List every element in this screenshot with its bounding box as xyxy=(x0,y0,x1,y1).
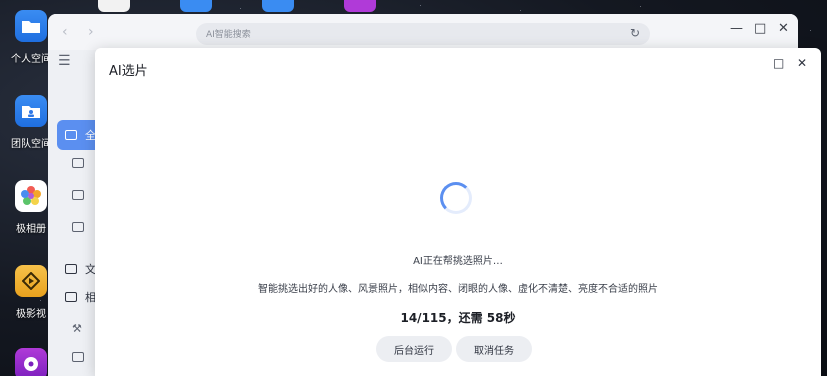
menu-toggle-icon[interactable]: ☰ xyxy=(58,53,71,69)
desktop-icon-label: 极影视 xyxy=(16,309,46,320)
music-icon xyxy=(15,348,47,376)
tools-icon: ⚒ xyxy=(72,322,82,335)
minimize-icon[interactable]: — xyxy=(730,21,743,36)
monitor-icon xyxy=(72,158,84,168)
dialog-title: AI选片 xyxy=(109,64,148,79)
calendar-icon xyxy=(72,190,84,200)
maximize-icon[interactable]: □ xyxy=(754,21,766,36)
video-folder-icon xyxy=(72,352,84,362)
briefcase-icon xyxy=(65,264,77,274)
peek-app-icon xyxy=(262,0,294,12)
peek-app-icon xyxy=(98,0,130,12)
peek-app-icon xyxy=(180,0,212,12)
photos-icon xyxy=(15,180,47,212)
close-icon[interactable]: ✕ xyxy=(797,56,807,70)
search-input[interactable]: AI智能搜索 ↻ xyxy=(196,23,650,45)
desktop-icon-label: 个人空间 xyxy=(11,54,51,65)
picture-icon xyxy=(72,222,84,232)
peek-app-icon xyxy=(344,0,376,12)
description-text: 智能挑选出好的人像、风景照片，相似内容、闭眼的人像、虚化不清楚、亮度不合适的照片 xyxy=(258,284,658,295)
app-sidebar: ☰ 全 文 相 ⚒ xyxy=(48,50,101,376)
video-icon xyxy=(15,265,47,297)
team-folder-icon xyxy=(15,95,47,127)
back-arrow-icon[interactable]: ‹ xyxy=(62,24,68,40)
ai-select-dialog: AI选片 □ ✕ AI正在帮挑选照片… 智能挑选出好的人像、风景照片，相似内容、… xyxy=(95,48,821,376)
progress-text: 14/115，还需 58秒 xyxy=(400,311,516,325)
folder-icon xyxy=(15,10,47,42)
maximize-icon[interactable]: □ xyxy=(773,56,784,70)
app-topbar: ‹ › AI智能搜索 ↻ — □ ✕ xyxy=(48,14,798,50)
loading-spinner-icon xyxy=(440,182,472,214)
refresh-icon[interactable]: ↻ xyxy=(630,26,640,40)
cancel-task-button[interactable]: 取消任务 xyxy=(456,336,532,362)
run-in-background-button[interactable]: 后台运行 xyxy=(376,336,452,362)
forward-arrow-icon[interactable]: › xyxy=(88,24,94,40)
desktop-icon-label: 极相册 xyxy=(16,224,46,235)
image-icon xyxy=(65,130,77,140)
close-icon[interactable]: ✕ xyxy=(778,21,789,36)
desktop-icon-label: 团队空间 xyxy=(11,139,51,150)
search-placeholder: AI智能搜索 xyxy=(206,30,251,40)
gallery-icon xyxy=(65,292,77,302)
status-text: AI正在帮挑选照片… xyxy=(413,256,503,267)
